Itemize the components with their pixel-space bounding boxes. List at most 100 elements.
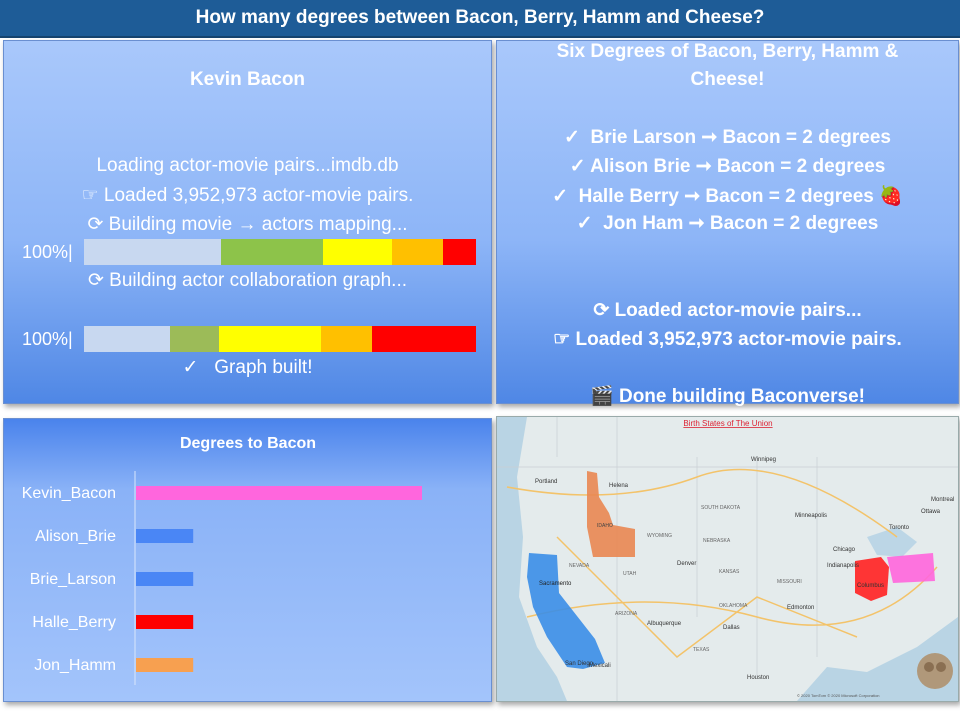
map-label: NEVADA xyxy=(569,563,590,569)
status-line: ☞ Loaded 3,952,973 actor-movie pairs. xyxy=(497,328,958,351)
status-text: Graph built! xyxy=(214,357,313,378)
progress-segment xyxy=(442,239,476,265)
map-label: Indianapolis xyxy=(827,563,859,569)
map-label: Sacramento xyxy=(539,581,572,587)
map-label: Denver xyxy=(677,561,696,567)
map-label: WYOMING xyxy=(647,533,672,539)
chart-category-label: Brie_Larson xyxy=(30,571,116,588)
kevin-bacon-panel: Kevin Bacon Loading actor-movie pairs...… xyxy=(3,40,492,404)
degrees-bar-chart: Degrees to Bacon Kevin_Bacon Alison_Brie B… xyxy=(22,435,422,685)
map-label: SOUTH DAKOTA xyxy=(701,505,741,511)
map-canvas[interactable]: Birth States of The Union Winnipeg SOUTH… xyxy=(497,417,958,701)
progress-segment xyxy=(321,326,373,352)
status-text: Loaded actor-movie pairs... xyxy=(614,300,862,321)
map-title: Birth States of The Union xyxy=(683,419,772,428)
status-line: ⟳ Loaded actor-movie pairs... xyxy=(497,299,958,322)
chart-bar xyxy=(136,529,194,543)
map-label: Mexicali xyxy=(589,663,611,669)
map-label: Montreal xyxy=(931,497,954,503)
avatar-detail xyxy=(936,662,946,672)
result-line: ✓ Halle Berry ➞ Bacon = 2 degrees 🍓 xyxy=(497,184,958,208)
chart-bar xyxy=(136,658,194,672)
pointing-hand-icon: ☞ xyxy=(553,329,571,350)
chart-bar xyxy=(136,486,422,500)
result-line: ✓ Jon Ham ➞ Bacon = 2 degrees xyxy=(497,212,958,235)
pointing-hand-icon: ☞ xyxy=(81,185,99,206)
chart-category-label: Jon_Hamm xyxy=(34,657,116,674)
result-text: Jon Ham ➞ Bacon = 2 degrees xyxy=(603,213,879,234)
status-text: Building movie → actors mapping... xyxy=(108,214,408,235)
status-line-loaded: ☞ Loaded 3,952,973 actor-movie pairs. xyxy=(4,184,491,207)
result-line: ✓ Brie Larson ➞ Bacon = 2 degrees xyxy=(497,126,958,149)
panel-title-line1: Six Degrees of Bacon, Berry, Hamm & xyxy=(556,41,899,62)
six-degrees-panel: Six Degrees of Bacon, Berry, Hamm & Chee… xyxy=(496,40,959,407)
map-label: TEXAS xyxy=(693,647,710,653)
map-label: Toronto xyxy=(889,525,910,531)
status-line-graph-built: ✓ Graph built! xyxy=(4,356,491,379)
checkmark-icon: ✓ xyxy=(576,213,593,234)
status-line-loading: Loading actor-movie pairs...imdb.db xyxy=(4,155,491,177)
progress-segment xyxy=(323,239,392,265)
birth-states-map[interactable]: Birth States of The Union Winnipeg SOUTH… xyxy=(496,416,959,702)
checkmark-icon: ✓ xyxy=(552,186,569,207)
progress-bar-graph xyxy=(84,326,476,352)
status-line-building-graph: ⟳ Building actor collaboration graph... xyxy=(4,269,491,292)
result-text: Halle Berry ➞ Bacon = 2 degrees xyxy=(578,186,874,207)
map-label: Edmonton xyxy=(787,605,814,611)
chart-category-label: Alison_Brie xyxy=(35,528,116,545)
chart-category-label: Halle_Berry xyxy=(32,614,116,631)
page-title: How many degrees between Bacon, Berry, H… xyxy=(195,7,765,28)
map-label: Portland xyxy=(535,479,557,485)
refresh-icon: ⟳ xyxy=(593,300,610,321)
map-label: Chicago xyxy=(833,547,856,553)
progress-label: 100%| xyxy=(22,242,73,262)
map-label: Ottawa xyxy=(921,509,941,515)
refresh-icon: ⟳ xyxy=(87,270,104,291)
map-attribution: © 2020 TomTom © 2020 Microsoft Corporati… xyxy=(797,693,880,698)
map-label: Helena xyxy=(609,483,629,489)
status-line-done: 🎬 Done building Baconverse! xyxy=(497,384,958,408)
chart-category-label: Kevin_Bacon xyxy=(22,485,116,502)
progress-bar-mapping xyxy=(84,239,476,265)
progress-label: 100%| xyxy=(22,329,73,349)
degrees-chart-panel: Degrees to Bacon Kevin_Bacon Alison_Brie B… xyxy=(3,418,492,702)
checkmark-icon: ✓ xyxy=(564,127,580,148)
map-label: Columbus xyxy=(857,583,884,589)
strawberry-icon: 🍓 xyxy=(879,186,903,207)
map-label: Dallas xyxy=(723,625,740,631)
map-label: Albuquerque xyxy=(647,621,682,627)
progress-segment xyxy=(84,326,171,352)
map-label: UTAH xyxy=(623,571,637,577)
avatar-detail xyxy=(924,662,934,672)
progress-segment xyxy=(372,326,476,352)
map-label: KANSAS xyxy=(719,569,740,575)
header-title-bar: How many degrees between Bacon, Berry, H… xyxy=(0,0,960,38)
ohio-state xyxy=(855,557,889,601)
pennsylvania-state xyxy=(887,553,935,583)
status-text: Done building Baconverse! xyxy=(618,386,865,407)
panel-title: Kevin Bacon xyxy=(189,69,306,90)
result-text: Alison Brie ➞ Bacon = 2 degrees xyxy=(590,156,886,177)
clapperboard-icon: 🎬 xyxy=(590,386,614,407)
user-avatar-icon[interactable] xyxy=(917,653,953,689)
progress-segment xyxy=(84,239,222,265)
map-label: MISSOURI xyxy=(777,579,802,585)
checkmark-icon: ✓ xyxy=(569,156,586,177)
refresh-icon: ⟳ xyxy=(87,214,104,235)
status-line-building-mapping: ⟳ Building movie → actors mapping... xyxy=(4,213,491,236)
map-label: IDAHO xyxy=(597,523,613,529)
status-text: Loading actor-movie pairs...imdb.db xyxy=(96,155,399,176)
map-label: Minneapolis xyxy=(795,513,827,519)
progress-segment xyxy=(170,326,220,352)
progress-segment xyxy=(219,326,322,352)
status-text: Loaded 3,952,973 actor-movie pairs. xyxy=(103,185,414,206)
panel-title-line2: Cheese! xyxy=(690,69,765,90)
map-label: OKLAHOMA xyxy=(719,603,748,609)
map-label: Houston xyxy=(747,675,769,681)
map-label: NEBRASKA xyxy=(703,538,731,544)
status-text: Building actor collaboration graph... xyxy=(109,270,408,291)
chart-bar xyxy=(136,615,194,629)
progress-segment xyxy=(221,239,324,265)
result-text: Brie Larson ➞ Bacon = 2 degrees xyxy=(590,127,891,148)
chart-bar xyxy=(136,572,194,586)
